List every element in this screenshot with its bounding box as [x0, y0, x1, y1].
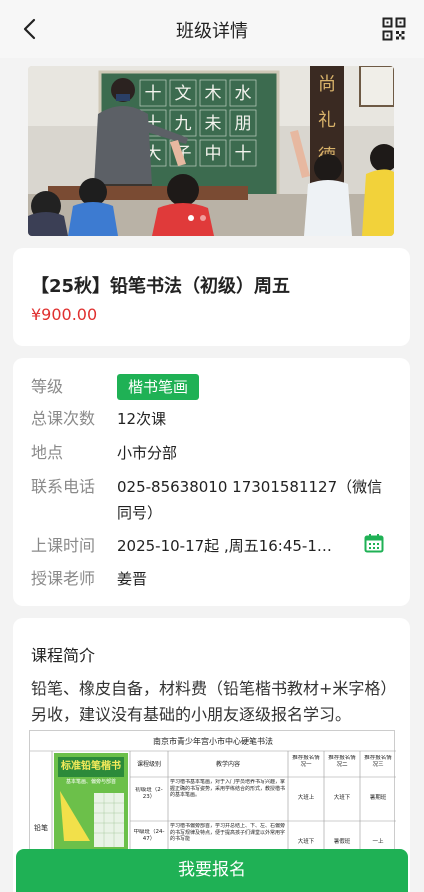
table-title: 南京市青少年宫小市中心硬笔书法 — [153, 736, 273, 746]
table-cell: 大班下 — [297, 839, 315, 845]
board-char: 木 — [205, 84, 222, 104]
info-row-teacher: 授课老师 姜晋 — [31, 566, 396, 592]
info-row-count: 总课次数 12次课 — [31, 406, 396, 432]
time-value: 2025-10-17起 ,周五16:45-1… — [117, 537, 332, 555]
curriculum-table-image[interactable]: 南京市青少年宫小市中心硬笔书法 标准铅笔楷书 基本笔画、偏旁与部首 铅笔 课程级… — [29, 730, 396, 856]
course-price: ¥900.00 — [31, 305, 98, 324]
table-header-cell: 推荐报名情况二 — [328, 755, 356, 768]
intro-text: 铅笔、橡皮自备，材料费（铅笔楷书教材+米字格）另收，建议没有基础的小朋友逐级报名… — [31, 679, 389, 724]
scroll-char: 礼 — [318, 110, 336, 131]
page-title: 班级详情 — [176, 21, 248, 42]
classroom-illustration: 十 文 木 水 十 九 未 朋 大 子 中 十 尚 礼 德 — [28, 66, 394, 236]
calendar-icon[interactable] — [364, 533, 384, 553]
board-char: 九 — [175, 114, 192, 134]
table-header-cell: 课程级别 — [137, 760, 161, 768]
table-cell: 大班上 — [297, 795, 315, 801]
table-header-cell: 推荐报名情况一 — [292, 755, 320, 768]
board-char: 十 — [235, 144, 252, 164]
book-title: 标准铅笔楷书 — [60, 759, 121, 772]
qr-code-icon[interactable] — [382, 17, 406, 41]
course-summary-card: 【25秋】铅笔书法（初级）周五 ¥900.00 — [13, 248, 410, 346]
info-row-phone: 联系电话 025-85638010 17301581127（微信同号） — [31, 474, 396, 526]
info-row-time: 上课时间 2025-10-17起 ,周五16:45-1… — [31, 533, 396, 559]
board-char: 未 — [205, 114, 222, 134]
board-char: 中 — [205, 144, 222, 164]
level-tag: 楷书笔画 — [117, 374, 200, 400]
place-value: 小市分部 — [117, 444, 178, 462]
table-header-cell: 教学内容 — [216, 760, 240, 768]
phone-value[interactable]: 025-85638010 17301581127（微信同号） — [117, 474, 387, 526]
info-row-place: 地点 小市分部 — [31, 440, 396, 466]
phone-label: 联系电话 — [31, 477, 96, 496]
info-row-level: 等级 楷书笔画 — [31, 374, 396, 400]
table-cell: 暑期班 — [369, 795, 387, 801]
place-label: 地点 — [31, 443, 64, 462]
side-label: 铅笔 — [34, 823, 48, 832]
board-char: 文 — [175, 84, 192, 104]
teacher-label: 授课老师 — [31, 569, 96, 588]
count-value: 12次课 — [117, 410, 167, 428]
table-cell: 学习楷书偏旁部首，学习并总结上、下、左、右偏旁的书写规律及特点，便于提高孩子们课… — [170, 823, 286, 842]
class-info-card: 等级 楷书笔画 总课次数 12次课 地点 小市分部 联系电话 025-85638… — [13, 358, 410, 606]
time-label: 上课时间 — [31, 536, 96, 555]
table-cell: 初级班（2-23） — [135, 787, 163, 800]
count-label: 总课次数 — [31, 409, 96, 428]
table-cell: 一上 — [372, 839, 384, 845]
table-cell: 暑假班 — [333, 839, 351, 845]
scroll-char: 尚 — [318, 74, 336, 95]
board-char: 水 — [235, 84, 252, 104]
nav-bar: 班级详情 — [0, 0, 424, 58]
level-label: 等级 — [31, 377, 64, 396]
table-header-cell: 推荐报名情况三 — [364, 755, 392, 768]
board-char: 朋 — [235, 114, 252, 134]
table-cell: 学习楷书基本笔画，对于入门学员培养书写兴趣，掌握正确的书写姿势，采用学练结合的形… — [170, 779, 286, 798]
table-cell: 中级班（24-47） — [133, 829, 165, 842]
course-title: 【25秋】铅笔书法（初级）周五 — [31, 276, 291, 297]
register-button[interactable]: 我要报名 — [16, 849, 408, 892]
intro-heading: 课程简介 — [31, 646, 96, 665]
book-subtitle: 基本笔画、偏旁与部首 — [66, 778, 116, 785]
table-cell: 大班下 — [333, 795, 351, 801]
teacher-value: 姜晋 — [117, 570, 148, 588]
board-char: 十 — [145, 84, 162, 104]
banner-photo[interactable]: 十 文 木 水 十 九 未 朋 大 子 中 十 尚 礼 德 — [28, 66, 394, 236]
